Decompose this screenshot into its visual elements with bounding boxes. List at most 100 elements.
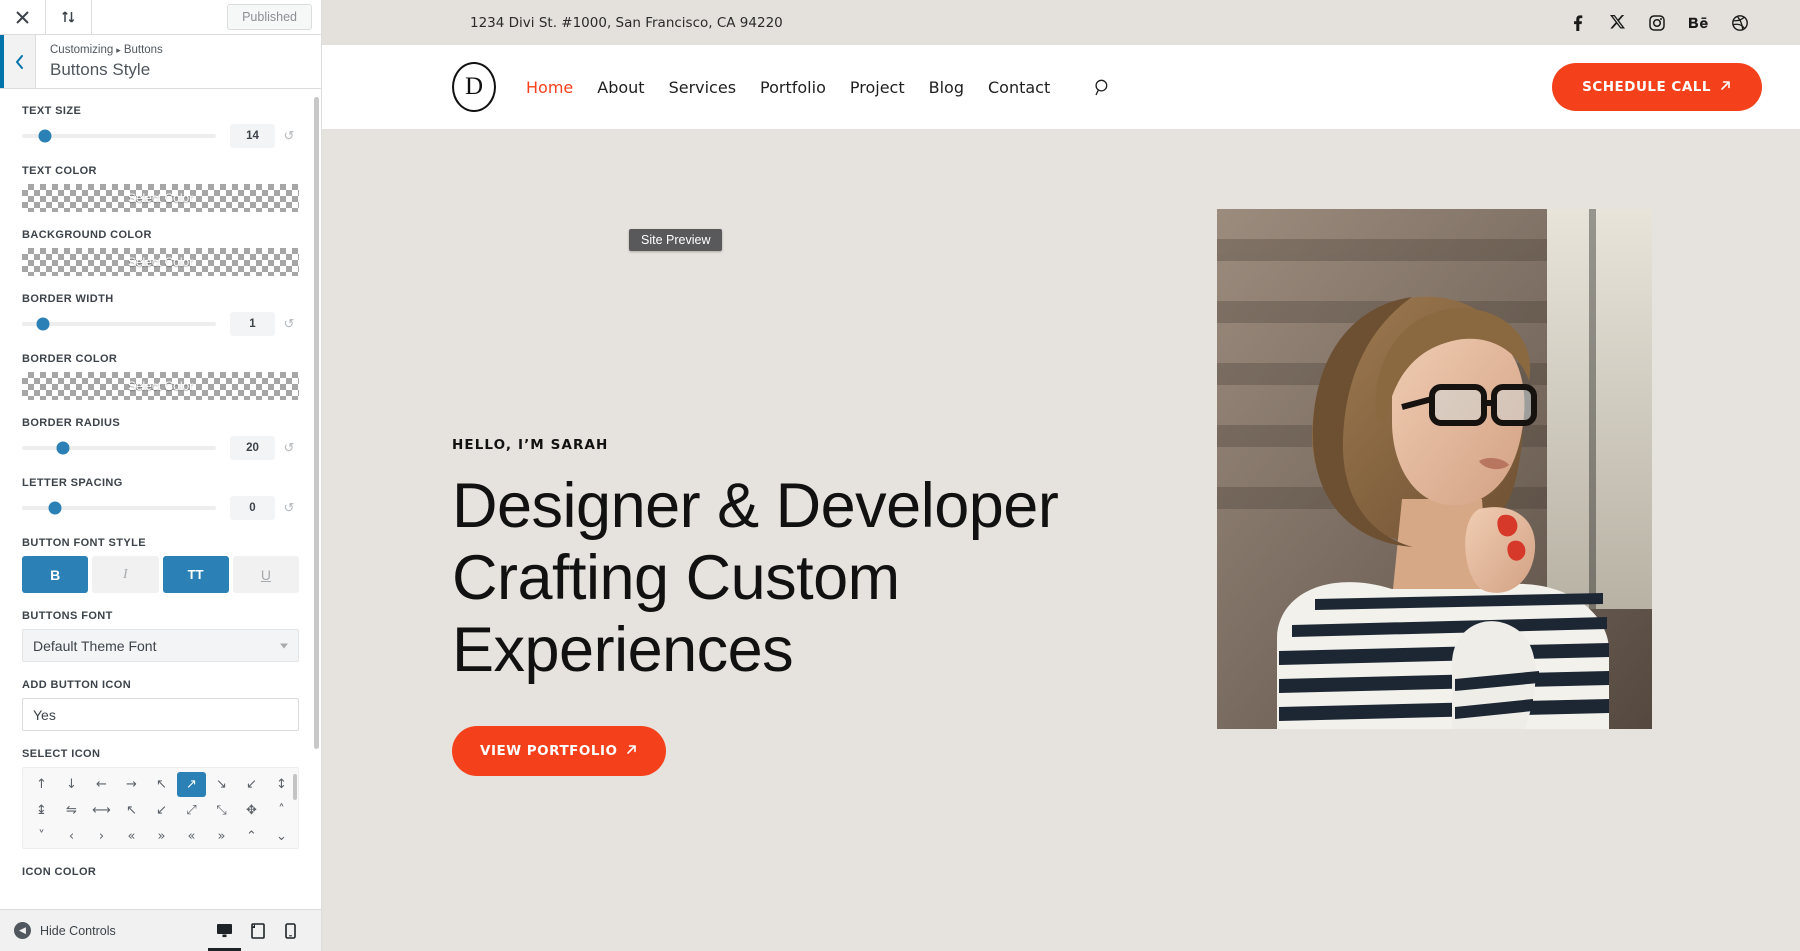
uppercase-toggle[interactable]: TT (162, 556, 229, 593)
back-button[interactable] (0, 35, 36, 88)
control-label: LETTER SPACING (22, 477, 123, 489)
tablet-icon[interactable] (241, 913, 274, 951)
icon-option-14[interactable]: ⤢ (177, 798, 206, 823)
icon-option-20[interactable]: › (87, 824, 116, 848)
icon-picker[interactable]: ↑ ↓ ← → ↖ ↗ ↘ ↙ ↕ ↨ ⇋ ⟷ ↖ ↙ ⤢ ⤡ ✥ ˄ ˅ ‹ › «» «» ⌃ ⌄ (22, 767, 299, 849)
close-icon[interactable] (0, 0, 46, 34)
letter-spacing-slider[interactable] (22, 501, 216, 515)
icon-option-2[interactable]: ← (87, 772, 116, 797)
x-twitter-icon[interactable] (1610, 15, 1625, 30)
reset-icon[interactable]: ↺ (279, 316, 299, 332)
icon-option-3[interactable]: → (117, 772, 146, 797)
buttons-font-select[interactable]: Default Theme Font (22, 629, 299, 662)
control-label: ADD BUTTON ICON (22, 679, 132, 691)
icon-option-17[interactable]: ˄ (267, 798, 296, 823)
italic-toggle[interactable]: I (92, 556, 159, 593)
select-color-label: Select Color (127, 379, 194, 393)
icon-picker-scrollbar[interactable] (293, 774, 297, 800)
icon-option-19[interactable]: ‹ (57, 824, 86, 848)
view-portfolio-button[interactable]: VIEW PORTFOLIO (452, 726, 667, 777)
facebook-icon[interactable] (1570, 14, 1586, 31)
text-color-picker[interactable]: Select Color (22, 184, 299, 212)
nav-link-blog[interactable]: Blog (929, 78, 964, 97)
icon-option-8[interactable]: ↕ (267, 772, 296, 797)
nav-link-services[interactable]: Services (669, 78, 736, 97)
icon-option-16[interactable]: ✥ (237, 798, 266, 823)
icon-option-15[interactable]: ⤡ (207, 798, 236, 823)
icon-option-7[interactable]: ↙ (237, 772, 266, 797)
schedule-call-button[interactable]: SCHEDULE CALL (1552, 63, 1762, 111)
reset-icon[interactable]: ↺ (279, 500, 299, 516)
border-width-value[interactable]: 1 (230, 312, 275, 336)
icon-option-4[interactable]: ↖ (147, 772, 176, 797)
site-logo[interactable]: D (452, 62, 496, 112)
nav-link-project[interactable]: Project (850, 78, 905, 97)
control-label: TEXT COLOR (22, 165, 97, 177)
underline-toggle[interactable]: U (232, 556, 299, 593)
slider-knob[interactable] (38, 129, 52, 143)
icon-option-5[interactable]: ↗ (177, 772, 206, 797)
desktop-icon[interactable] (208, 913, 241, 951)
border-radius-slider[interactable] (22, 441, 216, 455)
social-links (1570, 14, 1748, 31)
icon-option-22[interactable]: » (147, 824, 176, 848)
breadcrumb: Customizing ▸ Buttons (50, 42, 163, 59)
slider-knob[interactable] (56, 441, 70, 455)
hero-heading: Designer & Developer Crafting Custom Exp… (452, 471, 1132, 686)
underline-icon: U (260, 566, 271, 583)
nav-link-contact[interactable]: Contact (988, 78, 1050, 97)
nav-link-home[interactable]: Home (526, 78, 573, 97)
reset-icon[interactable]: ↺ (279, 128, 299, 144)
control-label: BORDER RADIUS (22, 417, 121, 429)
behance-icon[interactable] (1689, 16, 1708, 30)
dribbble-icon[interactable] (1732, 14, 1748, 31)
border-radius-value[interactable]: 20 (230, 436, 275, 460)
letter-spacing-value[interactable]: 0 (230, 496, 275, 520)
bold-toggle[interactable]: B (22, 556, 89, 593)
collapse-icon: ◀ (14, 922, 31, 939)
site-preview-frame: 1234 Divi St. #1000, San Francisco, CA 9… (322, 0, 1800, 951)
mobile-icon[interactable] (274, 913, 307, 951)
instagram-icon[interactable] (1649, 14, 1665, 31)
border-width-slider[interactable] (22, 317, 216, 331)
nav-links: Home About Services Portfolio Project Bl… (526, 78, 1111, 97)
control-label: TEXT SIZE (22, 105, 82, 117)
search-icon[interactable] (1094, 79, 1111, 96)
icon-option-12[interactable]: ↖ (117, 798, 146, 823)
add-button-icon-select[interactable]: Yes (22, 698, 299, 731)
slider-knob[interactable] (48, 501, 62, 515)
control-label: ICON COLOR (22, 866, 97, 878)
hero-image (1217, 209, 1652, 729)
hero-section: Site Preview HELLO, I’M SARAH Designer &… (322, 129, 1800, 951)
icon-option-21[interactable]: « (117, 824, 146, 848)
icon-option-1[interactable]: ↓ (57, 772, 86, 797)
slider-knob[interactable] (36, 317, 50, 331)
nav-link-about[interactable]: About (597, 78, 644, 97)
icon-option-24[interactable]: » (207, 824, 236, 848)
text-size-value[interactable]: 14 (230, 124, 275, 148)
hide-controls-button[interactable]: ◀ Hide Controls (14, 922, 116, 939)
icon-option-10[interactable]: ⇋ (57, 798, 86, 823)
icon-option-11[interactable]: ⟷ (87, 798, 116, 823)
icon-option-23[interactable]: « (177, 824, 206, 848)
icon-option-18[interactable]: ˅ (27, 824, 56, 848)
icon-option-25[interactable]: ⌃ (237, 824, 266, 848)
icon-option-26[interactable]: ⌄ (267, 824, 296, 848)
icon-option-6[interactable]: ↘ (207, 772, 236, 797)
nav-link-portfolio[interactable]: Portfolio (760, 78, 826, 97)
hero-heading-line-1: Designer & Developer (452, 471, 1059, 541)
change-device-icon[interactable] (46, 0, 92, 34)
text-size-slider[interactable] (22, 129, 216, 143)
background-color-picker[interactable]: Select Color (22, 248, 299, 276)
customizer-scrollbar[interactable] (314, 97, 319, 749)
border-color-picker[interactable]: Select Color (22, 372, 299, 400)
control-label: BORDER WIDTH (22, 293, 114, 305)
device-preview-buttons (208, 910, 307, 951)
reset-icon[interactable]: ↺ (279, 440, 299, 456)
icon-option-0[interactable]: ↑ (27, 772, 56, 797)
icon-option-9[interactable]: ↨ (27, 798, 56, 823)
site-navigation: D Home About Services Portfolio Project … (322, 45, 1800, 129)
icon-option-13[interactable]: ↙ (147, 798, 176, 823)
page-title: Buttons Style (50, 60, 151, 80)
